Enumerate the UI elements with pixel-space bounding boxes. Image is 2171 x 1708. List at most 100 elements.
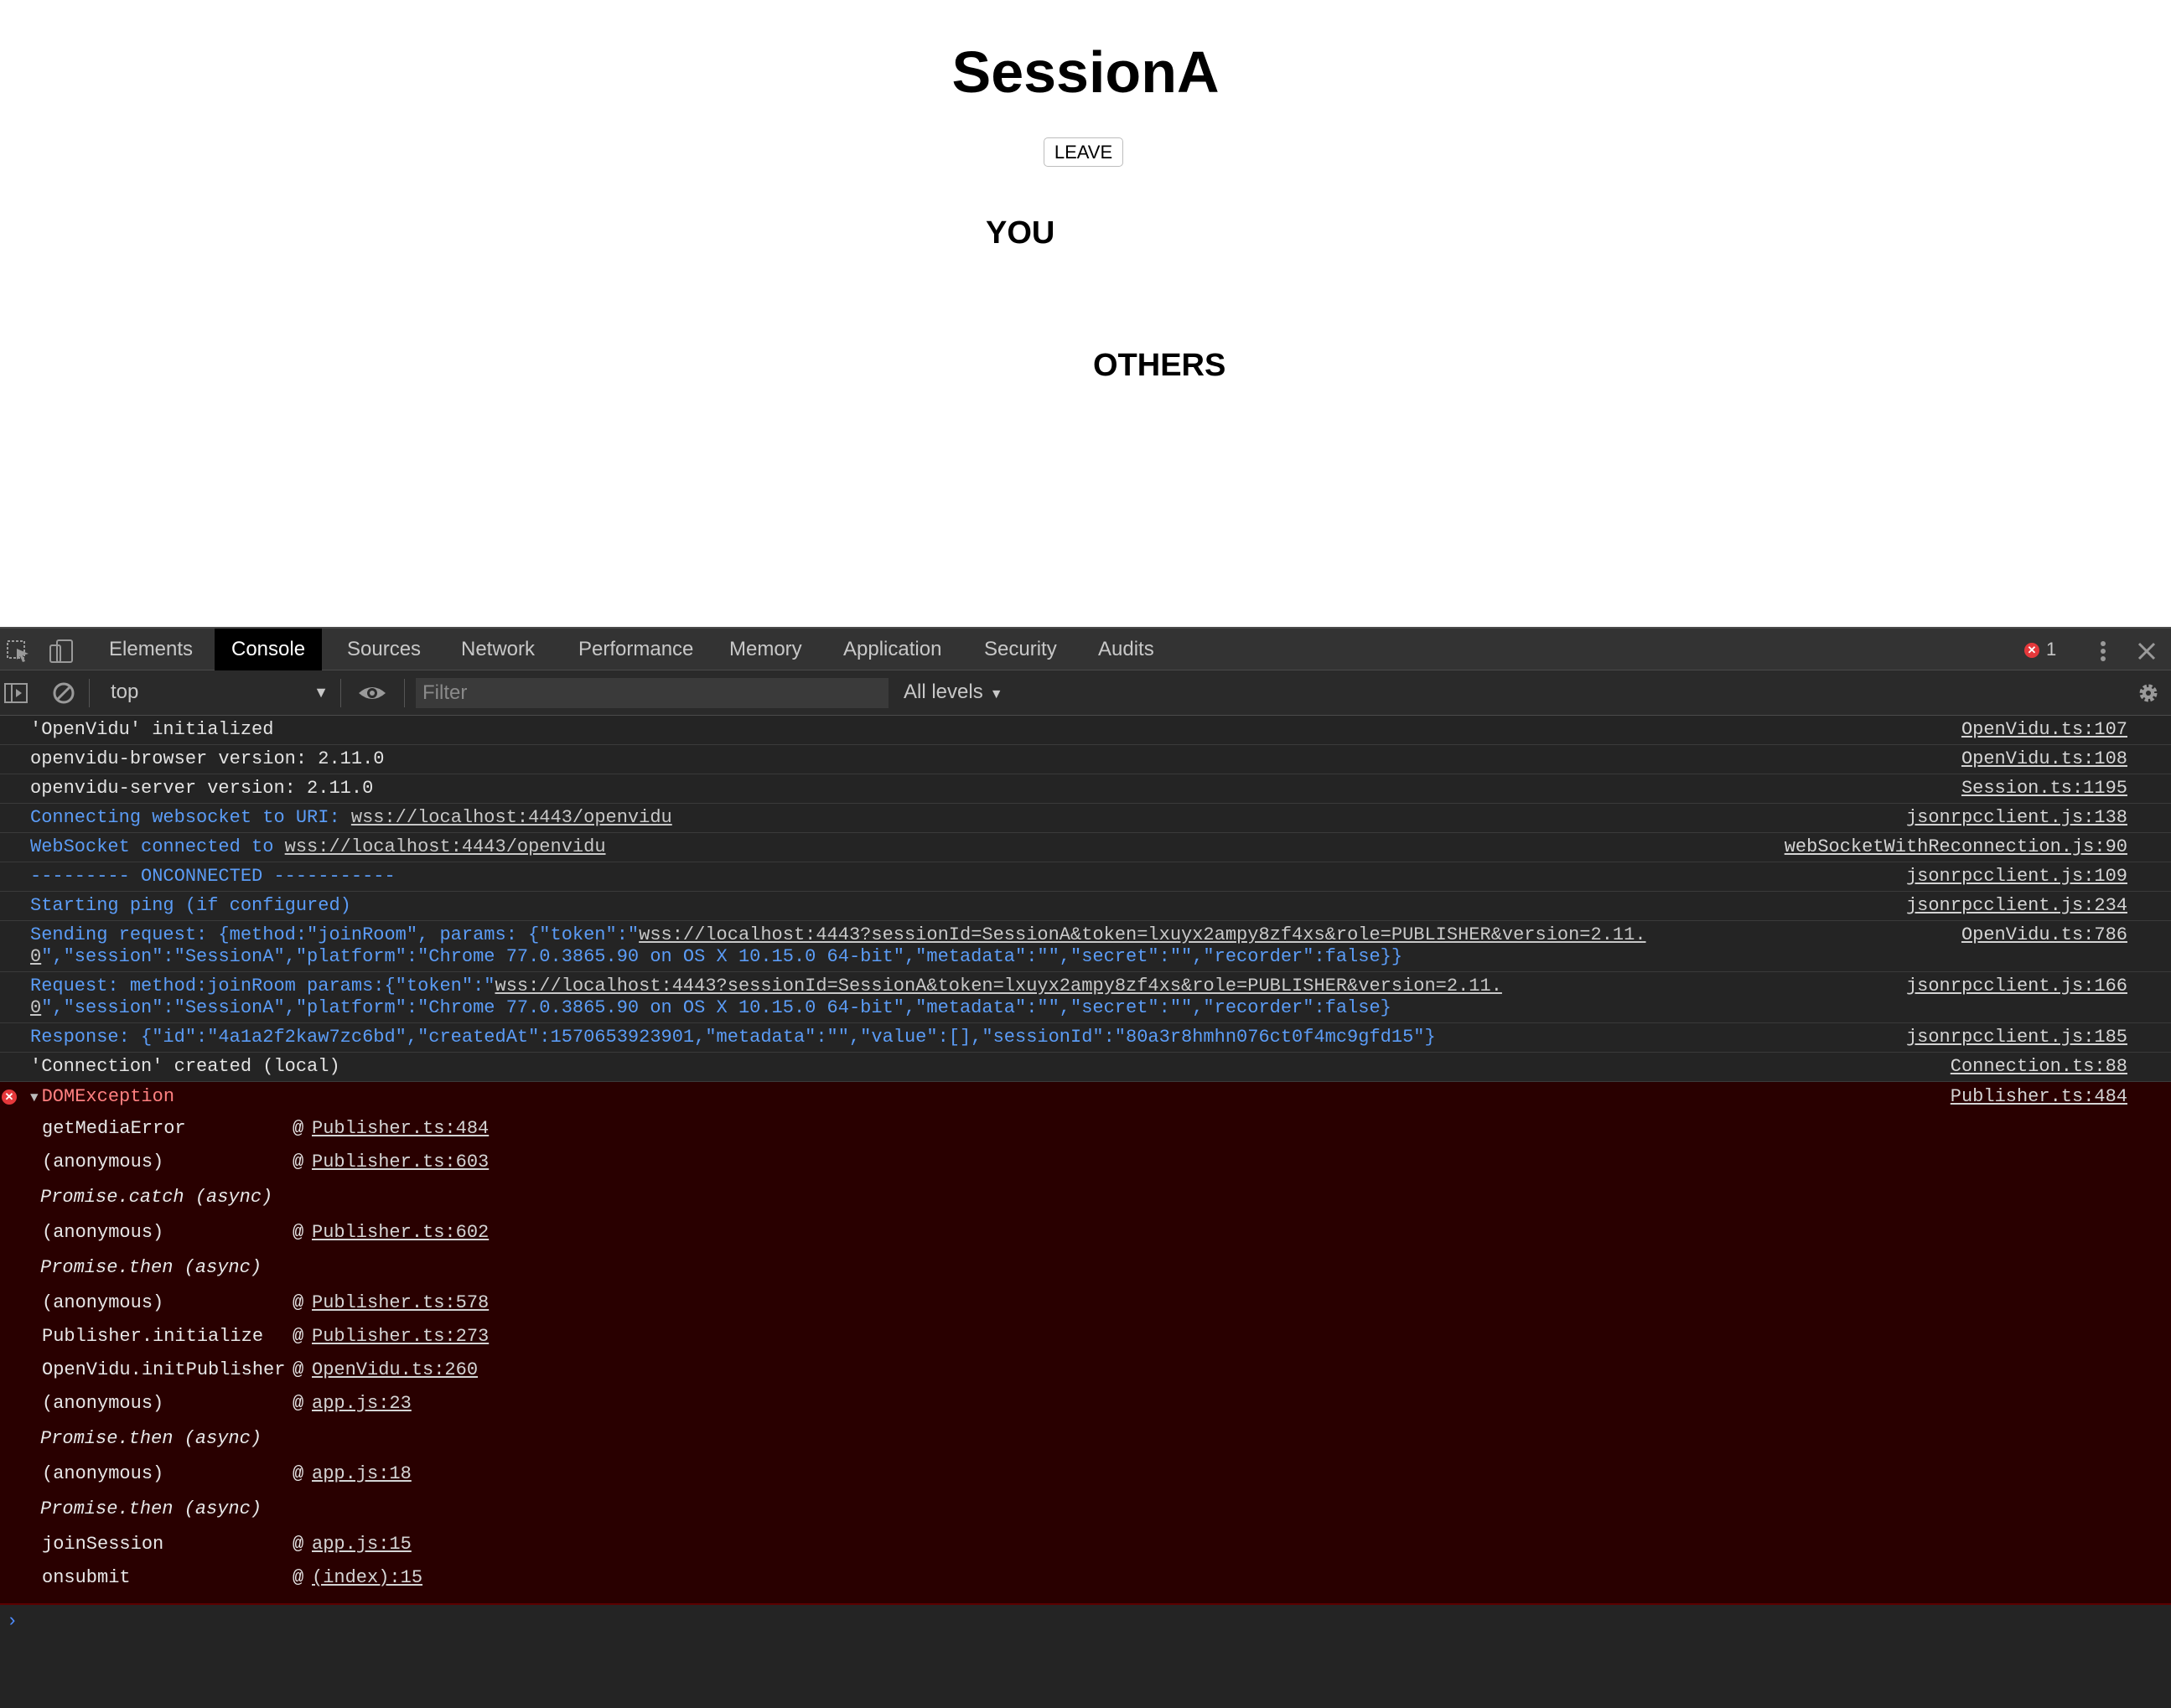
stack-frame: (anonymous) @ Publisher.ts:602: [0, 1216, 2171, 1250]
stack-frame: getMediaError @ Publisher.ts:484: [0, 1112, 2171, 1146]
at-sign: @: [293, 1326, 304, 1347]
frame-source-link[interactable]: Publisher.ts:273: [312, 1320, 489, 1353]
message-text: --------- ONCONNECTED -----------: [30, 866, 396, 887]
message-text: openvidu-server version: 2.11.0: [30, 778, 374, 799]
eye-icon[interactable]: [357, 681, 387, 706]
frame-source-link[interactable]: (index):15: [312, 1561, 422, 1595]
console-prompt[interactable]: ›: [0, 1605, 2171, 1638]
leave-button[interactable]: LEAVE: [1044, 137, 1123, 167]
async-label: Promise.then (async): [40, 1257, 262, 1278]
tab-security[interactable]: Security: [967, 629, 1074, 670]
tab-performance[interactable]: Performance: [562, 629, 710, 670]
filter-input[interactable]: [416, 678, 889, 708]
dropdown-arrow-icon: ▼: [989, 687, 1003, 701]
url-link[interactable]: wss://localhost:4443?sessionId=SessionA&…: [495, 976, 1502, 996]
stack-frame: joinSession @ app.js:15: [0, 1528, 2171, 1561]
tab-elements[interactable]: Elements: [92, 629, 210, 670]
tab-sources[interactable]: Sources: [330, 629, 438, 670]
at-sign: @: [293, 1567, 304, 1588]
sidebar-toggle-icon[interactable]: [3, 681, 30, 706]
source-link[interactable]: Connection.ts:88: [1951, 1056, 2127, 1078]
source-link[interactable]: Session.ts:1195: [1961, 778, 2127, 800]
function-name: onsubmit: [42, 1567, 131, 1588]
source-link[interactable]: jsonrpcclient.js:138: [1906, 807, 2127, 829]
url-link[interactable]: wss://localhost:4443/openvidu: [285, 836, 606, 857]
at-sign: @: [293, 1152, 304, 1172]
function-name: (anonymous): [42, 1292, 164, 1313]
devtools-panel: Elements Console Sources Network Performance…: [0, 627, 2171, 1708]
source-link[interactable]: OpenVidu.ts:108: [1961, 748, 2127, 770]
frame-source-link[interactable]: app.js:18: [312, 1457, 412, 1491]
expand-triangle-icon[interactable]: ▼: [30, 1090, 39, 1105]
async-label: Promise.then (async): [40, 1498, 262, 1519]
function-name: (anonymous): [42, 1393, 164, 1414]
close-icon[interactable]: [2136, 640, 2158, 662]
page-title: SessionA: [951, 39, 1220, 105]
source-link[interactable]: jsonrpcclient.js:185: [1906, 1027, 2127, 1048]
settings-gear-icon[interactable]: [2136, 681, 2161, 706]
console-toolbar: top▼ All levels▼: [0, 670, 2171, 716]
console-message: Starting ping (if configured) jsonrpcclie…: [0, 892, 2171, 921]
source-link[interactable]: jsonrpcclient.js:234: [1906, 895, 2127, 917]
context-select[interactable]: top ▼: [99, 678, 334, 706]
frame-source-link[interactable]: app.js:23: [312, 1387, 412, 1421]
source-link[interactable]: OpenVidu.ts:786: [1961, 924, 2127, 946]
source-link[interactable]: jsonrpcclient.js:109: [1906, 866, 2127, 888]
tab-application[interactable]: Application: [826, 629, 958, 670]
frame-source-link[interactable]: Publisher.ts:602: [312, 1216, 489, 1250]
frame-source-link[interactable]: Publisher.ts:603: [312, 1146, 489, 1179]
message-prefix: WebSocket connected to: [30, 836, 285, 857]
message-text: Starting ping (if configured): [30, 895, 351, 916]
async-label: Promise.catch (async): [40, 1187, 273, 1208]
at-sign: @: [293, 1292, 304, 1313]
url-link[interactable]: 0: [30, 946, 41, 967]
console-message: 'OpenVidu' initialized OpenVidu.ts:107: [0, 716, 2171, 745]
more-vertical-icon[interactable]: [2093, 639, 2113, 664]
message-text: Sending request: {method:"joinRoom", par…: [30, 924, 2171, 968]
message-text: 'OpenVidu' initialized: [30, 719, 274, 740]
message-prefix: Request: method:joinRoom params:{"token"…: [30, 976, 495, 996]
source-link[interactable]: Publisher.ts:484: [1951, 1082, 2127, 1112]
frame-source-link[interactable]: app.js:15: [312, 1528, 412, 1561]
error-header[interactable]: ✕ ▼ DOMException Publisher.ts:484: [0, 1082, 2171, 1112]
message-continuation: ","session":"SessionA","platform":"Chrom…: [41, 946, 1403, 967]
frame-source-link[interactable]: Publisher.ts:484: [312, 1112, 489, 1146]
message-text: Connecting websocket to URI: wss://local…: [30, 807, 2171, 829]
device-toolbar-icon[interactable]: [49, 639, 75, 664]
tab-network[interactable]: Network: [444, 629, 552, 670]
stack-trace: getMediaError @ Publisher.ts:484 (anonymous…: [0, 1112, 2171, 1595]
frame-source-link[interactable]: Publisher.ts:578: [312, 1286, 489, 1320]
function-name: Publisher.initialize: [42, 1326, 264, 1347]
tab-memory[interactable]: Memory: [712, 629, 819, 670]
error-message: ✕ ▼ DOMException Publisher.ts:484 getMedia…: [0, 1082, 2171, 1605]
frame-source-link[interactable]: OpenVidu.ts:260: [312, 1353, 478, 1387]
tab-console[interactable]: Console: [215, 629, 323, 670]
at-sign: @: [293, 1463, 304, 1484]
url-link[interactable]: wss://localhost:4443/openvidu: [351, 807, 672, 828]
message-text: 'Connection' created (local): [30, 1056, 340, 1077]
function-name: getMediaError: [42, 1118, 186, 1139]
tab-audits[interactable]: Audits: [1081, 629, 1171, 670]
at-sign: @: [293, 1118, 304, 1139]
source-link[interactable]: OpenVidu.ts:107: [1961, 719, 2127, 741]
source-link[interactable]: jsonrpcclient.js:166: [1906, 976, 2127, 997]
at-sign: @: [293, 1393, 304, 1414]
function-name: (anonymous): [42, 1152, 164, 1172]
dropdown-arrow-icon: ▼: [313, 684, 329, 701]
at-sign: @: [293, 1534, 304, 1555]
console-message: Connecting websocket to URI: wss://local…: [0, 804, 2171, 833]
async-separator: Promise.then (async): [0, 1250, 2171, 1286]
async-separator: Promise.then (async): [0, 1421, 2171, 1457]
url-link[interactable]: wss://localhost:4443?sessionId=SessionA&…: [639, 924, 1645, 945]
log-levels-select[interactable]: All levels ▼: [904, 678, 1003, 706]
message-prefix: Sending request: {method:"joinRoom", par…: [30, 924, 640, 945]
function-name: (anonymous): [42, 1463, 164, 1484]
url-link[interactable]: 0: [30, 997, 41, 1018]
stack-frame: OpenVidu.initPublisher @ OpenVidu.ts:260: [0, 1353, 2171, 1387]
prompt-chevron-icon: ›: [7, 1611, 18, 1632]
source-link[interactable]: webSocketWithReconnection.js:90: [1785, 836, 2127, 858]
inspect-element-icon[interactable]: [5, 639, 32, 664]
clear-console-icon[interactable]: [50, 681, 77, 706]
console-message: openvidu-server version: 2.11.0 Session.t…: [0, 774, 2171, 804]
error-count-badge[interactable]: ✕ 1: [2024, 639, 2056, 660]
